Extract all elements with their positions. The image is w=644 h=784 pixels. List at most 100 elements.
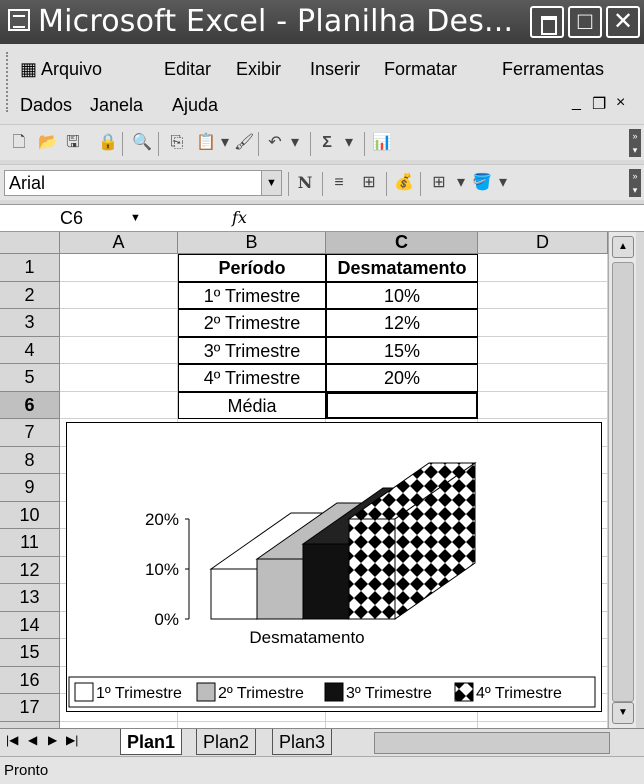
cell-b4[interactable]: 3º Trimestre — [178, 336, 326, 364]
scroll-up-icon[interactable]: ▲ — [612, 236, 634, 258]
select-all-corner[interactable] — [0, 232, 60, 254]
permission-icon[interactable]: 🔒 — [98, 134, 118, 152]
borders-icon[interactable]: ⊞ — [430, 174, 448, 192]
column-header-c[interactable]: C — [326, 232, 478, 254]
menu-grip[interactable] — [6, 52, 9, 112]
align-center-icon[interactable]: ≡ — [330, 174, 348, 192]
menu-formatar[interactable]: Formatar — [384, 58, 457, 80]
insert-function-icon[interactable]: fx — [232, 205, 247, 231]
merge-center-icon[interactable]: ⊞ — [360, 174, 378, 192]
menu-ferramentas[interactable]: Ferramentas — [502, 58, 604, 80]
first-sheet-icon[interactable]: |◀ — [6, 733, 18, 747]
column-header-a[interactable]: A — [60, 232, 178, 254]
name-box[interactable]: C6 ▼ — [0, 205, 165, 231]
cell-d1[interactable] — [478, 254, 608, 282]
cell-a1[interactable] — [60, 254, 178, 282]
minimize-button[interactable] — [530, 6, 564, 38]
cell-c3[interactable]: 12% — [326, 309, 478, 337]
save-icon[interactable]: 🖫 — [64, 134, 82, 152]
row-header-8[interactable]: 8 — [0, 446, 60, 474]
autosum-dropdown-icon[interactable]: ▾ — [340, 134, 358, 152]
print-preview-icon[interactable]: 🔍 — [132, 134, 152, 152]
currency-icon[interactable]: 💰 — [394, 174, 414, 192]
font-name-select[interactable]: Arial ▼ — [4, 170, 282, 196]
last-sheet-icon[interactable]: ▶| — [66, 733, 78, 747]
row-header-13[interactable]: 13 — [0, 584, 60, 612]
row-header-2[interactable]: 2 — [0, 281, 60, 309]
cell-c5[interactable]: 20% — [326, 364, 478, 392]
excel-app-icon[interactable] — [8, 9, 30, 31]
menu-arquivo[interactable]: ▦ Arquivo — [20, 58, 102, 80]
chart-wizard-icon[interactable]: 📊 — [372, 134, 392, 152]
prev-sheet-icon[interactable]: ◀ — [28, 733, 37, 747]
maximize-button[interactable]: □ — [568, 6, 602, 38]
cell-b6[interactable]: Média — [178, 391, 326, 419]
row-header-1[interactable]: 1 — [0, 254, 60, 282]
cell-b2[interactable]: 1º Trimestre — [178, 281, 326, 309]
cell-a2[interactable] — [60, 281, 178, 309]
cell-b5[interactable]: 4º Trimestre — [178, 364, 326, 392]
doc-restore-button[interactable]: ❐ — [592, 94, 606, 114]
font-dropdown-icon[interactable]: ▼ — [261, 171, 281, 195]
format-painter-icon[interactable]: 🖌 — [234, 134, 254, 152]
vertical-scrollbar[interactable]: ▲ ▼ — [608, 232, 636, 728]
row-header-10[interactable]: 10 — [0, 501, 60, 529]
cell-c6[interactable] — [326, 391, 478, 419]
tab-plan2[interactable]: Plan2 — [196, 729, 257, 755]
row-header-12[interactable]: 12 — [0, 556, 60, 584]
cell-c4[interactable]: 15% — [326, 336, 478, 364]
cell-c2[interactable]: 10% — [326, 281, 478, 309]
row-header-3[interactable]: 3 — [0, 309, 60, 337]
menu-janela[interactable]: Janela — [90, 94, 143, 116]
toolbar-options-icon[interactable]: » ▾ — [629, 169, 641, 197]
row-header-7[interactable]: 7 — [0, 419, 60, 447]
paste-icon[interactable]: 📋 — [196, 134, 216, 152]
undo-icon[interactable]: ↶ — [266, 134, 284, 152]
bold-button[interactable]: N — [296, 174, 314, 192]
cell-a3[interactable] — [60, 309, 178, 337]
name-box-dropdown-icon[interactable]: ▼ — [130, 205, 141, 231]
cell-a5[interactable] — [60, 364, 178, 392]
row-header-15[interactable]: 15 — [0, 639, 60, 667]
column-header-d[interactable]: D — [478, 232, 608, 254]
row-header-14[interactable]: 14 — [0, 611, 60, 639]
menu-dados[interactable]: Dados — [20, 94, 72, 116]
copy-icon[interactable]: ⎘ — [168, 134, 186, 152]
chart-area[interactable]: 0% 10% 20% Desmatamento 1º Trimestre 2º Trime… — [66, 422, 602, 712]
cell-d2[interactable] — [478, 281, 608, 309]
tab-plan1[interactable]: Plan1 — [120, 729, 183, 755]
paste-dropdown-icon[interactable]: ▾ — [216, 134, 234, 152]
tab-plan3[interactable]: Plan3 — [272, 729, 333, 755]
formula-input[interactable] — [260, 205, 644, 231]
doc-close-button[interactable]: × — [616, 94, 625, 112]
cell-b1[interactable]: Período — [178, 254, 326, 282]
cell-b3[interactable]: 2º Trimestre — [178, 309, 326, 337]
cell-d5[interactable] — [478, 364, 608, 392]
row-header-5[interactable]: 5 — [0, 364, 60, 392]
cell-d3[interactable] — [478, 309, 608, 337]
scroll-down-icon[interactable]: ▼ — [612, 702, 634, 724]
new-document-icon[interactable]: 🗋 — [10, 134, 28, 152]
horizontal-scrollbar[interactable] — [374, 732, 610, 754]
cell-a4[interactable] — [60, 336, 178, 364]
vertical-scroll-thumb[interactable] — [612, 262, 634, 702]
row-header-17[interactable]: 17 — [0, 694, 60, 722]
doc-minimize-button[interactable]: _ — [572, 94, 581, 112]
undo-dropdown-icon[interactable]: ▾ — [286, 134, 304, 152]
next-sheet-icon[interactable]: ▶ — [48, 733, 57, 747]
close-button[interactable]: ✕ — [606, 6, 640, 38]
row-header-4[interactable]: 4 — [0, 336, 60, 364]
fill-color-icon[interactable]: 🪣 — [472, 174, 492, 192]
borders-dropdown-icon[interactable]: ▾ — [452, 174, 470, 192]
row-header-16[interactable]: 16 — [0, 666, 60, 694]
cell-c1[interactable]: Desmatamento — [326, 254, 478, 282]
cell-d4[interactable] — [478, 336, 608, 364]
column-header-b[interactable]: B — [178, 232, 326, 254]
open-folder-icon[interactable]: 📂 — [38, 134, 58, 152]
row-header-9[interactable]: 9 — [0, 474, 60, 502]
menu-inserir[interactable]: Inserir — [310, 58, 360, 80]
menu-editar[interactable]: Editar — [164, 58, 211, 80]
row-header-6[interactable]: 6 — [0, 391, 60, 419]
toolbar-options-icon[interactable]: » ▾ — [629, 129, 641, 157]
autosum-icon[interactable]: Σ — [318, 134, 336, 152]
